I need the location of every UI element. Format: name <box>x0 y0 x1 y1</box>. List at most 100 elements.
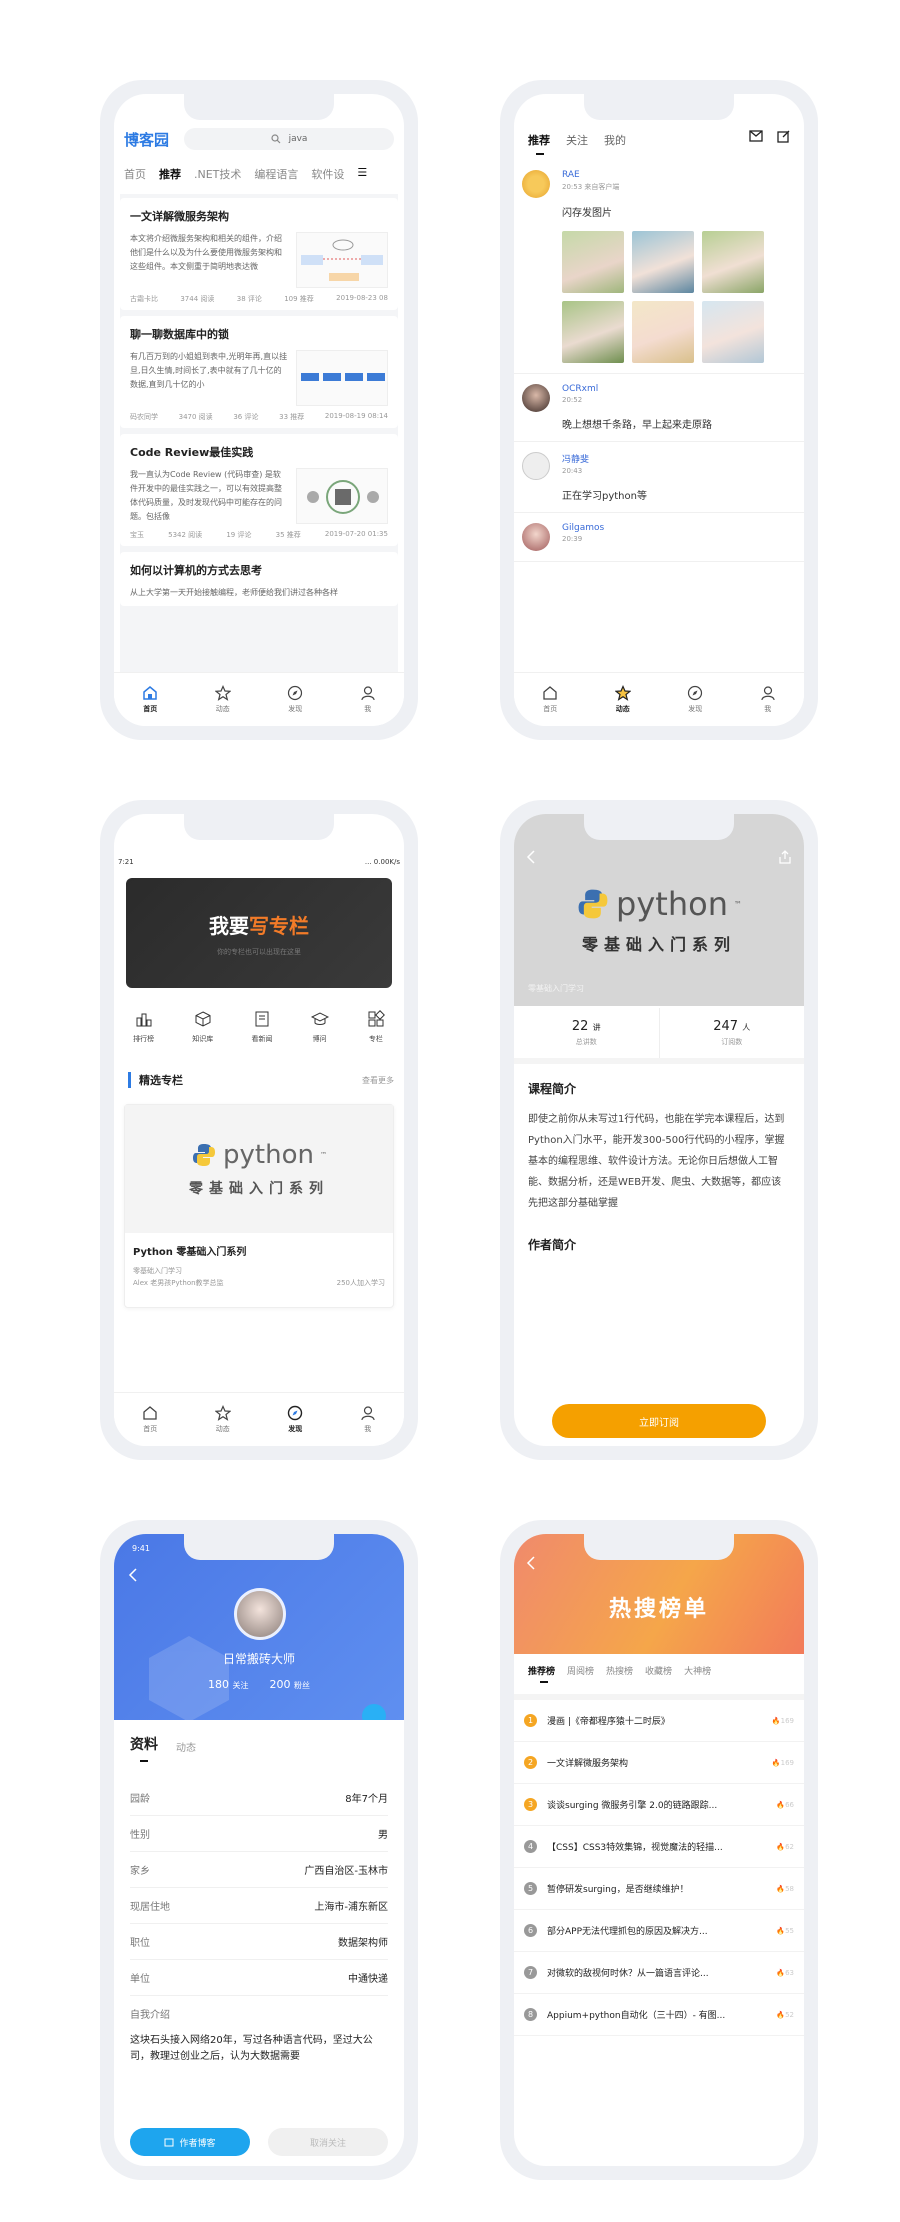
tabbar-home[interactable]: 首页 <box>142 1405 158 1434</box>
tabbar-me[interactable]: 我 <box>760 685 776 714</box>
tab-profile[interactable]: 资料 <box>130 1734 158 1762</box>
tab-software[interactable]: 软件设 <box>311 166 344 182</box>
promo-banner[interactable]: 我要写专栏 你的专栏也可以出现在这里 <box>126 878 392 988</box>
feed-post[interactable]: RAE 20:53 来自客户端 闪存发图片 <box>514 160 804 374</box>
article-card[interactable]: 如何以计算机的方式去思考 从上大学第一天开始接触编程，老师便给我们讲过各种各样 <box>120 552 398 606</box>
back-icon[interactable] <box>128 1568 138 1582</box>
quick-menu: 排行榜 知识库 看新闻 博问 专栏 <box>114 1010 404 1044</box>
tabbar-activity[interactable]: 动态 <box>214 1405 231 1434</box>
feed-post[interactable]: OCRxml 20:52 晚上想想千条路，早上起来走原路 <box>514 374 804 442</box>
tabbar-me[interactable]: 我 <box>360 1405 376 1434</box>
star-icon <box>614 685 631 701</box>
author-heading: 作者简介 <box>528 1238 577 1252</box>
tabbar-discover[interactable]: 发现 <box>687 685 703 714</box>
phone-discover: 7:21... 0.00K/s 我要写专栏 你的专栏也可以出现在这里 排行榜 知… <box>100 800 418 1460</box>
tab-fav-rank[interactable]: 收藏榜 <box>645 1664 672 1677</box>
post-content: 闪存发图片 <box>562 208 612 219</box>
menu-ask[interactable]: 博问 <box>310 1010 329 1044</box>
ranking-tabs: 推荐榜 周阅榜 热搜榜 收藏榜 大神榜 <box>528 1664 794 1683</box>
post-image[interactable] <box>562 301 624 363</box>
share-icon[interactable] <box>778 850 792 864</box>
article-date: 2019-08-23 08 <box>336 294 388 302</box>
post-image[interactable] <box>632 231 694 293</box>
feed-post[interactable]: Gilgamos 20:39 <box>514 513 804 562</box>
article-card[interactable]: 聊一聊数据库中的锁 有几百万到的小姐姐到表中,光明年再,直以挂旦,日久生情,时间… <box>120 316 398 428</box>
post-author[interactable]: OCRxml <box>562 384 712 394</box>
see-more-link[interactable]: 查看更多 <box>362 1075 394 1086</box>
ranking-item[interactable]: 1 漫画 |《帝都程序猿十二时辰》 🔥169 <box>514 1700 804 1742</box>
tab-master-rank[interactable]: 大神榜 <box>684 1664 711 1677</box>
back-icon[interactable] <box>526 1556 536 1570</box>
tabbar-home[interactable]: 首页 <box>542 685 558 714</box>
post-image[interactable] <box>702 231 764 293</box>
post-image[interactable] <box>562 231 624 293</box>
ranking-item[interactable]: 8 Appium+python自动化（三十四）- 有图... 🔥52 <box>514 1994 804 2036</box>
tab-following[interactable]: 关注 <box>566 132 588 148</box>
avatar[interactable] <box>234 1588 286 1640</box>
article-list: 一文详解微服务架构 本文将介绍微服务架构和相关的组件，介绍他们是什么以及为什么要… <box>120 194 398 672</box>
ranking-item[interactable]: 5 暂停研发surging，是否继续维护！ 🔥58 <box>514 1868 804 1910</box>
tabbar-me[interactable]: 我 <box>360 685 376 714</box>
menu-ranking[interactable]: 排行榜 <box>133 1010 154 1044</box>
ranking-item[interactable]: 6 部分APP无法代理抓包的原因及解决方... 🔥55 <box>514 1910 804 1952</box>
compose-icon[interactable] <box>777 130 790 143</box>
menu-icon[interactable]: ☰ <box>357 166 367 182</box>
post-image[interactable] <box>632 301 694 363</box>
column-card[interactable]: python ™ 零基础入门系列 Python 零基础入门系列 零基础入门学习 A… <box>124 1104 394 1308</box>
menu-knowledge[interactable]: 知识库 <box>192 1010 213 1044</box>
screen-course: python ™ 零基础入门系列 零基础入门学习 22 讲总讲数 247 人订阅数… <box>514 814 804 1446</box>
cube-icon <box>195 1011 211 1027</box>
ranking-item[interactable]: 7 对微软的敌视何时休？从一篇语言评论... 🔥63 <box>514 1952 804 1994</box>
bottom-tabbar: 首页 动态 发现 我 <box>114 672 404 726</box>
info-row: 单位 中通快递 <box>130 1960 388 1996</box>
tab-dotnet[interactable]: .NET技术 <box>194 166 241 182</box>
tabbar-activity[interactable]: 动态 <box>214 685 231 714</box>
article-title: 一文详解微服务架构 <box>130 210 229 223</box>
course-hero: python ™ 零基础入门系列 零基础入门学习 <box>514 814 804 1006</box>
avatar[interactable] <box>522 170 550 198</box>
unfollow-button[interactable]: 取消关注 <box>268 2128 388 2156</box>
tabbar-discover[interactable]: 发现 <box>287 1405 303 1434</box>
ranking-item[interactable]: 3 谈谈surging 微服务引擎 2.0的链路跟踪... 🔥66 <box>514 1784 804 1826</box>
tabbar-home[interactable]: 首页 <box>142 685 158 714</box>
tab-recommend[interactable]: 推荐 <box>159 166 181 182</box>
bottom-tabbar: 首页 动态 发现 我 <box>514 672 804 726</box>
tab-recommend-rank[interactable]: 推荐榜 <box>528 1664 555 1683</box>
feed-post[interactable]: 冯静斐 20:43 正在学习python等 <box>514 442 804 513</box>
ranking-item[interactable]: 2 一文详解微服务架构 🔥169 <box>514 1742 804 1784</box>
subscribe-button[interactable]: 立即订阅 <box>552 1404 766 1438</box>
ranking-item[interactable]: 4 【CSS】CSS3特效集锦，视觉魔法的轻描... 🔥62 <box>514 1826 804 1868</box>
mail-icon[interactable] <box>749 130 763 142</box>
avatar[interactable] <box>522 384 550 412</box>
article-card[interactable]: Code Review最佳实践 我一直认为Code Review (代码审查) … <box>120 434 398 546</box>
python-logo-icon <box>193 1144 216 1166</box>
tab-mine[interactable]: 我的 <box>604 132 626 148</box>
article-author: 码农同学 <box>130 413 158 421</box>
tabbar-activity[interactable]: 动态 <box>614 685 631 714</box>
article-thumbnail <box>296 232 388 288</box>
star-icon <box>214 685 231 701</box>
author-blog-button[interactable]: 作者博客 <box>130 2128 250 2156</box>
post-author[interactable]: Gilgamos <box>562 523 604 533</box>
banner-subtitle: 你的专栏也可以出现在这里 <box>217 947 301 956</box>
tab-recommend[interactable]: 推荐 <box>528 132 550 155</box>
post-author[interactable]: RAE <box>562 170 764 180</box>
search-input[interactable]: java <box>184 128 394 150</box>
article-card[interactable]: 一文详解微服务架构 本文将介绍微服务架构和相关的组件，介绍他们是什么以及为什么要… <box>120 198 398 310</box>
blog-icon <box>164 2138 174 2147</box>
post-author[interactable]: 冯静斐 <box>562 452 647 465</box>
tabbar-discover[interactable]: 发现 <box>287 685 303 714</box>
tab-activity[interactable]: 动态 <box>176 1739 196 1754</box>
menu-column[interactable]: 专栏 <box>367 1010 385 1044</box>
tab-weekly-rank[interactable]: 周阅榜 <box>567 1664 594 1677</box>
menu-news[interactable]: 看新闻 <box>251 1010 272 1044</box>
avatar[interactable] <box>522 523 550 551</box>
tab-languages[interactable]: 编程语言 <box>254 166 298 182</box>
tab-home[interactable]: 首页 <box>124 166 146 182</box>
column-title: Python 零基础入门系列 <box>133 1247 247 1258</box>
tab-hot-rank[interactable]: 热搜榜 <box>606 1664 633 1677</box>
fire-icon: 🔥66 <box>776 1800 794 1809</box>
back-icon[interactable] <box>526 850 536 864</box>
post-image[interactable] <box>702 301 764 363</box>
avatar[interactable] <box>522 452 550 480</box>
